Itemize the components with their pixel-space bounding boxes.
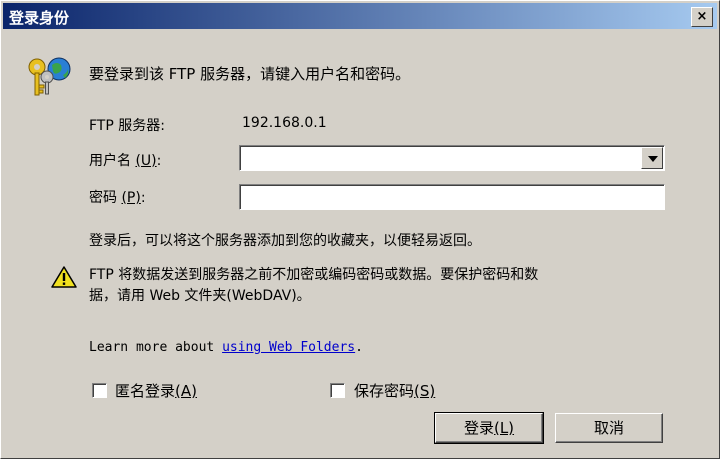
warning-line-2: 据，请用 Web 文件夹(WebDAV)。: [89, 288, 311, 304]
username-label: 用户名 (U):: [89, 153, 162, 169]
chevron-down-icon[interactable]: [641, 147, 663, 169]
close-icon: ×: [696, 9, 708, 24]
warning-line-1: FTP 将数据发送到服务器之前不加密或编码密码或数据。要保护密码和数: [89, 267, 539, 283]
favorites-note: 登录后，可以将这个服务器添加到您的收藏夹，以便轻易返回。: [89, 233, 481, 249]
learn-more-text: Learn more about using Web Folders.: [89, 340, 363, 355]
username-combobox[interactable]: [239, 145, 665, 171]
close-button[interactable]: ×: [691, 7, 713, 27]
save-password-hotkey: (S): [414, 382, 436, 400]
password-field[interactable]: [239, 184, 665, 210]
password-label: 密码 (P):: [89, 190, 146, 206]
login-button[interactable]: 登录(L): [434, 412, 544, 444]
password-hotkey: (P): [121, 190, 141, 206]
warning-icon: [51, 265, 77, 289]
username-hotkey: (U): [135, 153, 157, 169]
anonymous-login-label[interactable]: 匿名登录(A): [115, 380, 197, 401]
login-dialog: 登录身份 × 要登录到该 FTP 服务器，请键入用户名和密码。 FTP 服务器:…: [0, 0, 720, 459]
web-folders-link[interactable]: using Web Folders: [222, 340, 355, 355]
keys-globe-icon: [23, 53, 73, 101]
anonymous-login-checkbox[interactable]: [92, 383, 107, 398]
title-bar[interactable]: 登录身份 ×: [3, 3, 717, 29]
save-password-checkbox[interactable]: [330, 383, 345, 398]
username-input[interactable]: [240, 146, 664, 170]
cancel-button[interactable]: 取消: [555, 413, 663, 443]
header-message: 要登录到该 FTP 服务器，请键入用户名和密码。: [89, 65, 411, 83]
save-password-label[interactable]: 保存密码(S): [354, 380, 435, 401]
window-title: 登录身份: [9, 9, 70, 27]
password-input[interactable]: [240, 185, 664, 209]
server-value: 192.168.0.1: [242, 115, 327, 131]
anonymous-hotkey: (A): [175, 382, 197, 400]
server-label: FTP 服务器:: [89, 118, 165, 134]
